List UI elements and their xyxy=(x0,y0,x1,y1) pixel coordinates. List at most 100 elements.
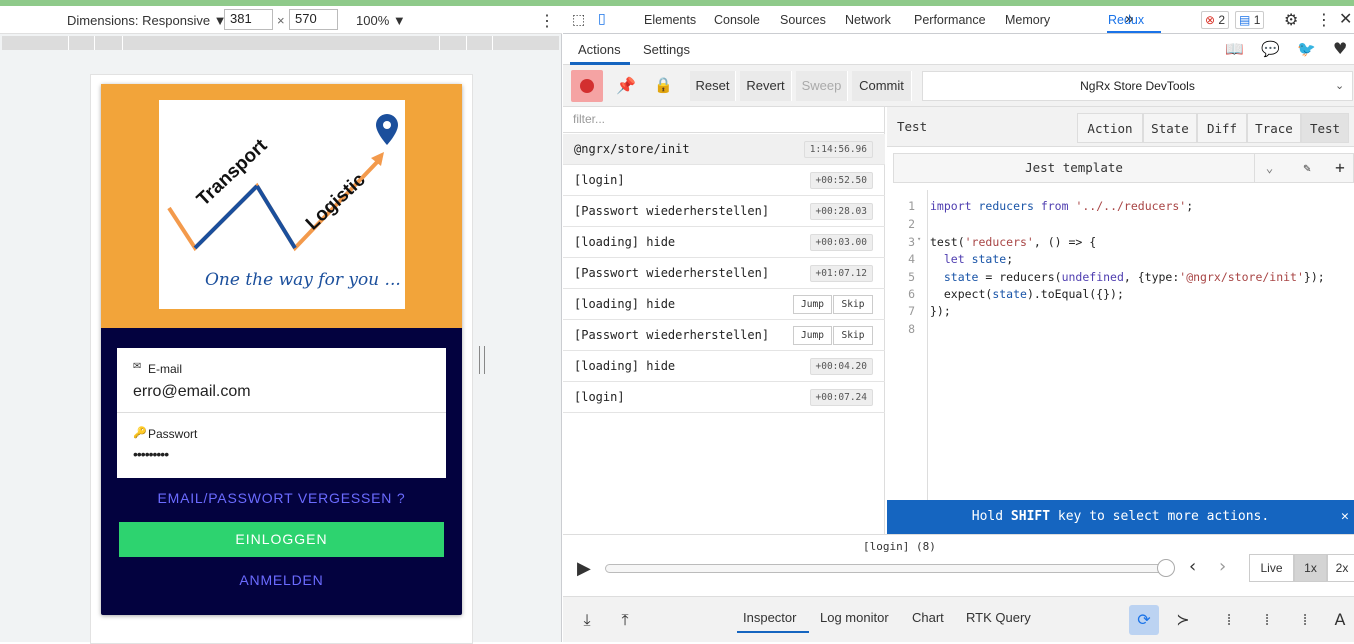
action-row[interactable]: [loading] hide +00:04.20 xyxy=(563,351,885,382)
action-row[interactable]: [Passwort wiederherstellen] Jump Skip xyxy=(563,320,885,351)
template-select[interactable]: Jest template ⌄ ✎ + xyxy=(893,153,1354,183)
line-number: 7 xyxy=(908,304,915,318)
speed-2x-button[interactable]: 2x xyxy=(1327,554,1354,582)
speed-1x-button[interactable]: 1x xyxy=(1294,554,1327,582)
tab-memory[interactable]: Memory xyxy=(1005,13,1050,27)
media-query-ruler[interactable] xyxy=(2,36,559,50)
action-row[interactable]: [Passwort wiederherstellen] +01:07.12 xyxy=(563,258,885,289)
password-field[interactable]: ••••••••• xyxy=(133,446,433,468)
code-line-6: expect(state).toEqual({}); xyxy=(930,287,1124,301)
code-editor[interactable]: 1 2 3 4 5 6 7 8 ▾ import reducers from '… xyxy=(887,190,1354,505)
reset-button[interactable]: Reset xyxy=(690,71,736,101)
login-form: ✉ E-mail erro@email.com 🔑 Passwort •••••… xyxy=(117,348,446,478)
record-dot-icon xyxy=(580,79,594,93)
skip-button[interactable]: Skip xyxy=(833,326,873,345)
heart-icon[interactable]: ♥ xyxy=(1333,39,1347,58)
live-button[interactable]: Live xyxy=(1249,554,1294,582)
error-badge[interactable]: ⊗ 2 xyxy=(1201,11,1230,29)
line-number: 8 xyxy=(908,322,915,336)
height-input[interactable]: 570 xyxy=(289,9,338,30)
dock-right-icon[interactable]: ⁞ xyxy=(1252,605,1282,635)
action-row[interactable]: [loading] hide +00:03.00 xyxy=(563,227,885,258)
tab-elements[interactable]: Elements xyxy=(644,13,696,27)
pin-icon[interactable]: 📌 xyxy=(616,76,636,95)
tab-performance[interactable]: Performance xyxy=(914,13,986,27)
width-input[interactable]: 381 xyxy=(224,9,273,30)
record-button[interactable] xyxy=(571,70,603,102)
tab-rtk-query[interactable]: RTK Query xyxy=(966,610,1031,625)
tab-console[interactable]: Console xyxy=(714,13,760,27)
chevron-down-icon[interactable]: ⌄ xyxy=(1335,79,1344,92)
dock-bottom-icon[interactable]: ⁞ xyxy=(1290,605,1320,635)
gear-icon[interactable]: ⚙ xyxy=(1284,10,1298,29)
field-divider xyxy=(117,412,446,413)
tab-action[interactable]: Action xyxy=(1077,113,1143,143)
revert-button[interactable]: Revert xyxy=(740,71,792,101)
tab-trace[interactable]: Trace xyxy=(1247,113,1301,143)
key-icon: 🔑 xyxy=(133,426,147,439)
slider-track[interactable] xyxy=(605,564,1167,573)
email-field[interactable]: erro@email.com xyxy=(133,383,433,407)
tab-sources[interactable]: Sources xyxy=(780,13,826,27)
zoom-dropdown[interactable]: 100% ▼ xyxy=(356,13,406,28)
resize-handle[interactable] xyxy=(479,346,485,374)
message-count: 1 xyxy=(1253,13,1261,27)
tab-actions[interactable]: Actions xyxy=(578,42,621,57)
chevron-down-icon[interactable]: ⌄ xyxy=(1254,154,1284,182)
export-icon[interactable]: ⤒ xyxy=(610,605,640,635)
play-icon[interactable]: ▶ xyxy=(577,558,591,579)
action-row[interactable]: [login] +00:07.24 xyxy=(563,382,885,413)
dock-left-icon[interactable]: ⁞ xyxy=(1214,605,1244,635)
tab-test[interactable]: Test xyxy=(1301,113,1349,143)
hint-text: Hold SHIFT key to select more actions. xyxy=(971,509,1270,524)
remote-icon[interactable]: A xyxy=(1325,605,1354,635)
action-row[interactable]: [login] +00:52.50 xyxy=(563,165,885,196)
inspect-element-icon[interactable]: ⬚ xyxy=(572,12,585,28)
kebab-menu-icon[interactable]: ⋮ xyxy=(1316,10,1332,29)
dimensions-dropdown[interactable]: Dimensions: Responsive ▼ xyxy=(67,13,227,28)
line-number: 1 xyxy=(908,199,915,213)
store-select[interactable]: NgRx Store DevTools xyxy=(922,71,1353,101)
device-toggle-icon[interactable]: ▯ xyxy=(598,11,606,27)
action-row[interactable]: @ngrx/store/init 1:14:56.96 xyxy=(563,134,885,165)
next-icon[interactable]: › xyxy=(1219,556,1226,577)
shift-hint-bar: Hold SHIFT key to select more actions. ✕ xyxy=(887,500,1354,534)
skip-button[interactable]: Skip xyxy=(833,295,873,314)
tab-chart[interactable]: Chart xyxy=(912,610,944,625)
message-badge[interactable]: ▤ 1 xyxy=(1235,11,1265,29)
jump-button[interactable]: Jump xyxy=(793,295,832,314)
jump-button[interactable]: Jump xyxy=(793,326,832,345)
fold-arrow-icon[interactable]: ▾ xyxy=(917,235,921,243)
tab-settings[interactable]: Settings xyxy=(643,42,690,57)
tab-diff[interactable]: Diff xyxy=(1197,113,1247,143)
book-icon[interactable]: 📖 xyxy=(1225,40,1244,58)
lock-icon[interactable]: 🔒 xyxy=(654,76,673,94)
previous-icon[interactable]: ‹ xyxy=(1189,556,1196,577)
tab-state[interactable]: State xyxy=(1143,113,1197,143)
more-tabs-icon[interactable]: » xyxy=(1125,10,1133,27)
filter-input[interactable]: filter... xyxy=(563,107,885,133)
times-sign: × xyxy=(277,13,285,28)
commit-button[interactable]: Commit xyxy=(852,71,912,101)
edit-pencil-icon[interactable]: ✎ xyxy=(1292,154,1322,182)
chat-icon[interactable]: 💬 xyxy=(1261,40,1280,58)
close-icon[interactable]: ✕ xyxy=(1339,9,1352,28)
sweep-button[interactable]: Sweep xyxy=(796,71,848,101)
login-button[interactable]: EINLOGGEN xyxy=(119,522,444,557)
slider-thumb[interactable] xyxy=(1157,559,1175,577)
action-row[interactable]: [loading] hide Jump Skip xyxy=(563,289,885,320)
hero-banner: Transport Logistic One the way for you .… xyxy=(101,84,462,328)
add-plus-icon[interactable]: + xyxy=(1326,154,1354,182)
tab-log-monitor[interactable]: Log monitor xyxy=(820,610,889,625)
close-icon[interactable]: ✕ xyxy=(1341,500,1349,534)
persist-icon[interactable]: ⟳ xyxy=(1129,605,1159,635)
twitter-icon[interactable]: 🐦 xyxy=(1297,40,1316,58)
forgot-password-link[interactable]: EMAIL/PASSWORT VERGESSEN ? xyxy=(101,490,462,506)
action-row[interactable]: [Passwort wiederherstellen] +00:28.03 xyxy=(563,196,885,227)
register-link[interactable]: ANMELDEN xyxy=(101,572,462,588)
import-icon[interactable]: ⤓ xyxy=(572,605,602,635)
terminal-icon[interactable]: ≻ xyxy=(1168,605,1198,635)
tab-inspector[interactable]: Inspector xyxy=(743,610,796,625)
tab-network[interactable]: Network xyxy=(845,13,891,27)
more-options-icon[interactable]: ⋮ xyxy=(539,11,555,31)
